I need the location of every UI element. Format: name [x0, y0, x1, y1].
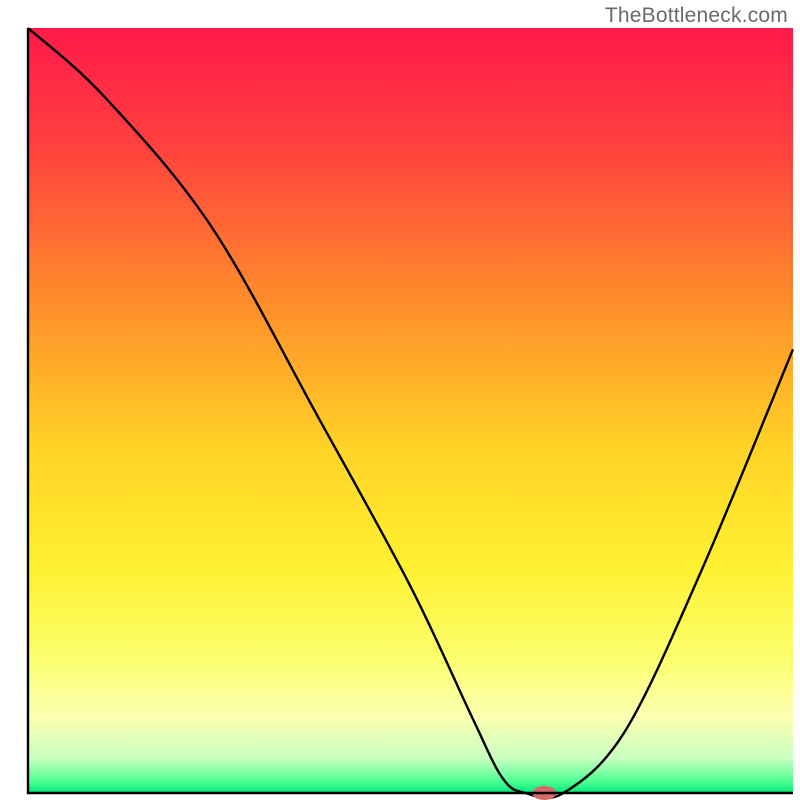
chart-background — [28, 28, 793, 793]
watermark-text: TheBottleneck.com — [605, 4, 788, 28]
bottleneck-chart — [0, 0, 800, 800]
